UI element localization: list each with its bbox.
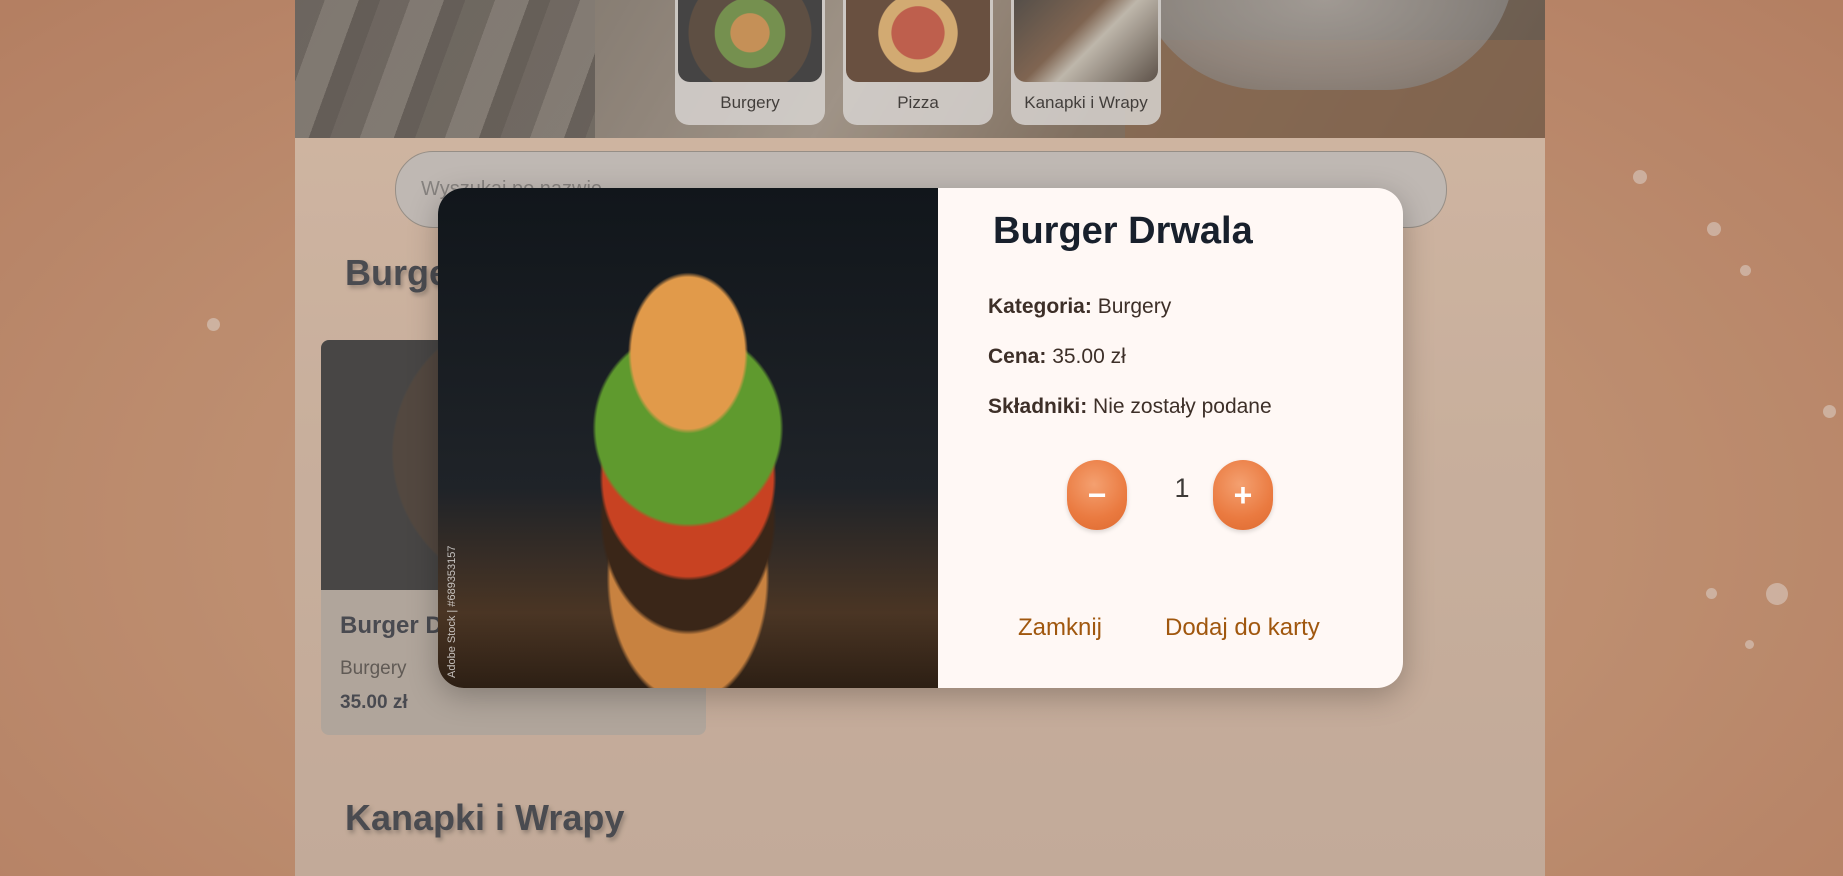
quantity-value: 1 (1174, 473, 1190, 503)
watermark: Adobe Stock | #689353157 (446, 545, 458, 678)
product-modal: Adobe Stock | #689353157 Burger Drwala K… (438, 188, 1403, 688)
category-value: Burgery (1097, 295, 1172, 318)
price-row: Cena: 35.00 zł (988, 345, 1126, 369)
category-label: Kategoria: (988, 295, 1092, 318)
price-value: 35.00 zł (1052, 345, 1126, 368)
increase-quantity-button[interactable]: + (1213, 460, 1273, 530)
decrease-quantity-button[interactable]: − (1067, 460, 1127, 530)
product-photo: Adobe Stock | #689353157 (438, 188, 938, 688)
category-row: Kategoria: Burgery (988, 295, 1171, 319)
price-label: Cena: (988, 345, 1047, 368)
modal-title: Burger Drwala (993, 210, 1253, 252)
ingredients-value: Nie zostały podane (1093, 395, 1272, 418)
ingredients-label: Składniki: (988, 395, 1088, 418)
ingredients-row: Składniki: Nie zostały podane (988, 395, 1272, 419)
close-button[interactable]: Zamknij (1018, 614, 1102, 642)
add-to-cart-button[interactable]: Dodaj do karty (1165, 614, 1320, 642)
